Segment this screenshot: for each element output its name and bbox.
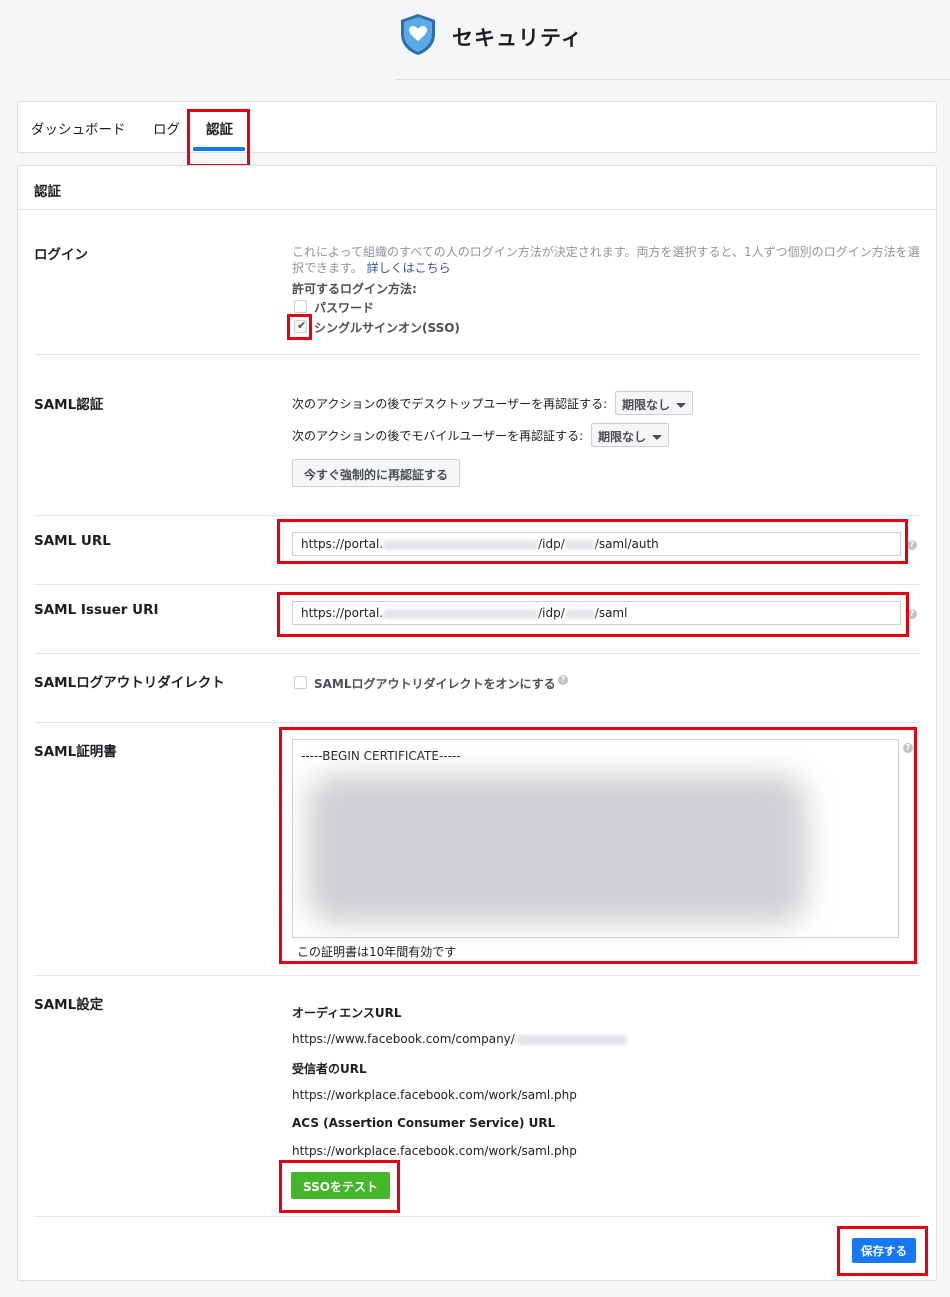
recipient-url-value: https://workplace.facebook.com/work/saml… xyxy=(292,1088,577,1102)
acs-url-value: https://workplace.facebook.com/work/saml… xyxy=(292,1144,577,1158)
redacted-segment xyxy=(383,539,539,550)
password-option-label: パスワード xyxy=(314,301,375,315)
saml-settings-label: SAML設定 xyxy=(34,997,104,1013)
acs-url-label: ACS (Assertion Consumer Service) URL xyxy=(292,1116,556,1130)
save-button[interactable]: 保存する xyxy=(852,1238,916,1263)
sso-checkbox[interactable]: ✔ xyxy=(294,319,307,333)
saml-issuer-label: SAML Issuer URI xyxy=(34,602,159,618)
tab-bar: ダッシュボード ログ 認証 xyxy=(17,101,937,153)
audience-url-value: https://www.facebook.com/company/ xyxy=(292,1032,627,1046)
help-icon[interactable]: ? xyxy=(907,540,917,550)
saml-auth-label: SAML認証 xyxy=(34,397,104,413)
divider xyxy=(34,515,920,516)
redacted-segment xyxy=(564,539,595,550)
saml-url-label: SAML URL xyxy=(34,533,111,549)
shield-heart-icon xyxy=(401,14,435,55)
desktop-reauth-prompt: 次のアクションの後でデスクトップユーザーを再認証する: xyxy=(292,397,608,411)
learn-more-link[interactable]: 詳しくはこちら xyxy=(367,261,451,275)
help-icon[interactable]: ? xyxy=(558,675,568,685)
help-icon[interactable]: ? xyxy=(903,743,913,753)
tab-auth[interactable]: 認証 xyxy=(206,118,233,138)
tab-log[interactable]: ログ xyxy=(153,118,180,138)
saml-logout-label: SAMLログアウトリダイレクト xyxy=(34,675,225,691)
redacted-segment xyxy=(564,608,595,619)
saml-issuer-input[interactable]: https://portal./idp//saml xyxy=(292,601,901,625)
divider xyxy=(34,1216,920,1217)
allowed-methods-label: 許可するログイン方法: xyxy=(292,282,417,296)
header-divider xyxy=(395,79,950,80)
certificate-textarea[interactable]: -----BEGIN CERTIFICATE----- xyxy=(292,739,899,938)
desktop-reauth-select[interactable]: 期限なし xyxy=(615,391,694,415)
active-tab-indicator xyxy=(193,147,245,151)
login-description-line1: これによって組織のすべての人のログイン方法が決定されます。両方を選択すると、1人… xyxy=(292,245,920,259)
mobile-reauth-prompt: 次のアクションの後でモバイルユーザーを再認証する: xyxy=(292,429,584,443)
divider xyxy=(34,722,920,723)
login-description-line2: 択できます。 詳しくはこちら xyxy=(292,261,451,275)
login-label: ログイン xyxy=(34,247,88,263)
cert-header: -----BEGIN CERTIFICATE----- xyxy=(301,749,461,763)
tab-dashboard[interactable]: ダッシュボード xyxy=(31,118,126,138)
force-reauth-button[interactable]: 今すぐ強制的に再認証する xyxy=(292,459,461,487)
saml-url-input[interactable]: https://portal./idp//saml/auth xyxy=(292,532,901,556)
card-header-divider xyxy=(18,209,936,210)
saml-cert-label: SAML証明書 xyxy=(34,744,117,760)
auth-settings-card: 認証 ログイン これによって組織のすべての人のログイン方法が決定されます。両方を… xyxy=(17,165,937,1281)
divider xyxy=(34,584,920,585)
cert-validity-note: この証明書は10年間有効です xyxy=(297,945,457,959)
chevron-down-icon xyxy=(676,403,687,408)
divider xyxy=(34,975,920,976)
recipient-url-label: 受信者のURL xyxy=(292,1062,367,1076)
chevron-down-icon xyxy=(652,435,663,440)
password-checkbox[interactable] xyxy=(294,300,307,313)
divider xyxy=(34,354,920,355)
sso-option-label: シングルサインオン(SSO) xyxy=(314,321,460,335)
checkmark-icon: ✔ xyxy=(297,319,307,332)
redacted-certificate xyxy=(307,774,807,924)
divider xyxy=(34,653,920,654)
saml-logout-option-label: SAMLログアウトリダイレクトをオンにする xyxy=(314,677,556,691)
page-title: セキュリティ xyxy=(452,26,583,50)
redacted-segment xyxy=(514,1034,627,1045)
audience-url-label: オーディエンスURL xyxy=(292,1006,402,1020)
help-icon[interactable]: ? xyxy=(907,609,917,619)
mobile-reauth-select[interactable]: 期限なし xyxy=(591,423,670,447)
redacted-segment xyxy=(383,608,539,619)
test-sso-button[interactable]: SSOをテスト xyxy=(291,1172,390,1199)
section-title: 認証 xyxy=(34,184,61,200)
saml-logout-checkbox[interactable] xyxy=(294,676,307,689)
